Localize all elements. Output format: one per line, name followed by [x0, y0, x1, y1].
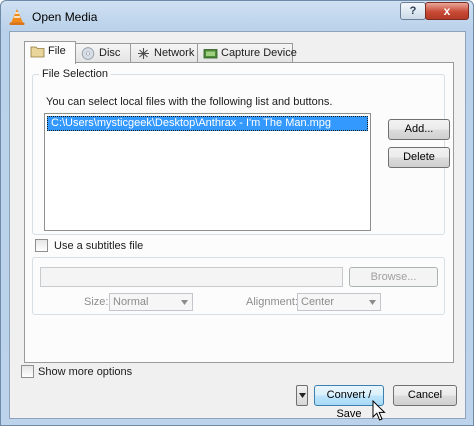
- chevron-down-icon: [181, 300, 188, 305]
- tab-network[interactable]: Network: [130, 43, 198, 63]
- file-list[interactable]: C:\Users\mysticgeek\Desktop\Anthrax - I'…: [44, 113, 371, 231]
- vlc-cone-icon: [9, 9, 25, 25]
- subtitles-checkbox-label[interactable]: Use a subtitles file: [54, 240, 143, 252]
- chevron-down-icon: [369, 300, 376, 305]
- tab-network-label: Network: [154, 47, 195, 59]
- show-more-options-checkbox[interactable]: [21, 365, 34, 378]
- close-button[interactable]: x: [425, 2, 469, 20]
- tab-disc[interactable]: Disc: [75, 43, 131, 63]
- show-more-options-label[interactable]: Show more options: [38, 366, 132, 378]
- size-select-value: Normal: [113, 296, 149, 308]
- convert-dropdown-toggle[interactable]: [296, 385, 308, 406]
- browse-button[interactable]: Browse...: [349, 267, 438, 287]
- network-icon: [138, 48, 149, 59]
- disc-icon: [81, 47, 95, 60]
- capture-device-icon: [203, 49, 218, 59]
- subtitles-group: Browse... Size: Normal Alignment: Center: [32, 257, 445, 315]
- tab-file-label: File: [48, 45, 66, 57]
- alignment-select-value: Center: [301, 296, 335, 308]
- tab-file[interactable]: File: [24, 41, 76, 64]
- tab-capture-device-label: Capture Device: [221, 47, 297, 59]
- file-tab-panel: File Selection You can select local file…: [24, 62, 454, 363]
- tab-capture-device[interactable]: Capture Device: [197, 43, 297, 63]
- file-selection-description: You can select local files with the foll…: [46, 96, 333, 108]
- subtitles-checkbox[interactable]: [35, 239, 48, 252]
- help-button[interactable]: ?: [400, 2, 426, 20]
- size-label: Size:: [84, 296, 109, 308]
- mouse-cursor-icon: [372, 400, 386, 421]
- alignment-label: Alignment:: [246, 296, 298, 308]
- file-selection-group: File Selection You can select local file…: [32, 68, 450, 235]
- dialog-body: File Disc Network Capture Device File Se…: [9, 31, 466, 421]
- delete-button[interactable]: Delete: [388, 147, 450, 168]
- size-select[interactable]: Normal: [109, 293, 193, 311]
- tab-disc-label: Disc: [99, 47, 121, 59]
- subtitles-file-input[interactable]: [40, 267, 343, 287]
- open-media-window: Open Media ? x File Disc Network Capture…: [0, 0, 474, 426]
- title-bar[interactable]: Open Media ? x: [1, 1, 473, 31]
- cancel-button[interactable]: Cancel: [393, 385, 457, 406]
- alignment-select[interactable]: Center: [297, 293, 381, 311]
- folder-icon: [30, 46, 45, 58]
- add-button[interactable]: Add...: [388, 119, 450, 140]
- chevron-down-icon: [299, 393, 306, 398]
- file-selection-title: File Selection: [39, 68, 112, 80]
- window-title: Open Media: [32, 10, 98, 24]
- file-list-item[interactable]: C:\Users\mysticgeek\Desktop\Anthrax - I'…: [47, 116, 368, 131]
